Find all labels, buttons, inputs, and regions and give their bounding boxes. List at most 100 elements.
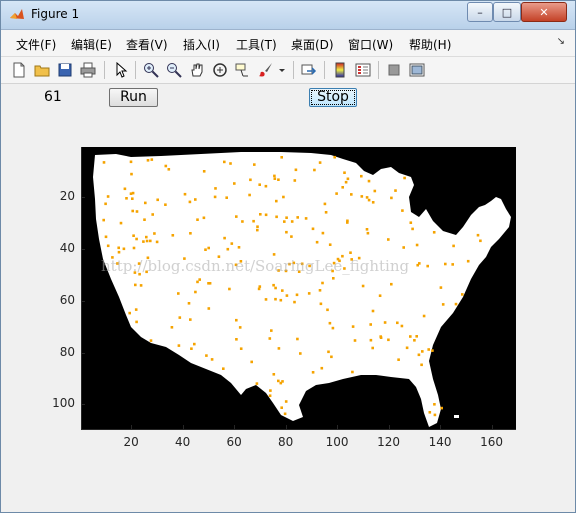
state-dot: [360, 174, 363, 178]
state-dot: [409, 221, 413, 224]
title-bar[interactable]: Figure 1 – □ ✕: [1, 1, 575, 30]
brush-dropdown-icon[interactable]: [276, 60, 288, 80]
state-dot: [387, 338, 390, 342]
state-dot: [106, 244, 110, 248]
state-dot: [319, 302, 323, 306]
y-tick-mark: [81, 197, 85, 199]
state-dot: [196, 280, 199, 284]
state-dot: [402, 246, 405, 249]
run-button[interactable]: Run: [109, 88, 158, 107]
state-dot: [290, 220, 294, 223]
state-dot: [202, 170, 206, 173]
state-dot: [149, 339, 153, 342]
state-dot: [280, 406, 283, 409]
menu-bar: 文件(F) 编辑(E) 查看(V) 插入(I) 工具(T) 桌面(D) 窗口(W…: [1, 30, 575, 57]
menu-insert[interactable]: 插入(I): [183, 36, 220, 53]
state-dot: [119, 221, 123, 225]
stop-button[interactable]: Stop: [309, 88, 357, 107]
hide-plot-tools-icon[interactable]: [384, 60, 404, 80]
state-dot: [441, 303, 445, 306]
state-dot: [328, 321, 332, 325]
state-dot: [394, 189, 397, 192]
x-tick-label: 140: [428, 435, 452, 449]
state-dot: [177, 292, 180, 295]
state-dot: [194, 198, 197, 201]
arrow-pointer-icon[interactable]: [111, 60, 131, 80]
state-dot: [304, 217, 308, 220]
state-dot: [135, 237, 138, 241]
state-dot: [285, 294, 289, 297]
state-dot: [280, 156, 283, 159]
state-dot: [264, 298, 268, 301]
state-dot: [274, 286, 277, 290]
plot-axes[interactable]: [81, 147, 516, 429]
open-file-icon[interactable]: [32, 60, 52, 80]
state-dot: [248, 193, 251, 197]
state-dot: [268, 337, 272, 340]
brush-icon[interactable]: [256, 60, 276, 80]
state-dot: [129, 160, 133, 164]
menu-help[interactable]: 帮助(H): [409, 36, 451, 53]
state-dot: [117, 250, 121, 254]
state-dot: [365, 196, 369, 199]
matlab-logo-icon: [10, 9, 24, 19]
menu-file[interactable]: 文件(F): [16, 36, 56, 53]
state-dot: [207, 246, 210, 250]
state-dot: [132, 234, 135, 237]
state-dot: [155, 240, 159, 244]
y-tick-mark: [81, 352, 85, 354]
state-dot: [255, 382, 259, 385]
zoom-in-icon[interactable]: [141, 60, 161, 80]
state-dot: [431, 349, 434, 352]
menu-edit[interactable]: 编辑(E): [71, 36, 112, 53]
menu-window[interactable]: 窗口(W): [348, 36, 393, 53]
state-dot: [259, 213, 262, 216]
state-dot: [328, 243, 332, 246]
state-dot: [258, 183, 261, 186]
menu-tools[interactable]: 工具(T): [236, 36, 277, 53]
print-icon[interactable]: [78, 60, 98, 80]
zoom-out-icon[interactable]: [164, 60, 184, 80]
state-dot: [427, 348, 430, 351]
dock-arrow-icon[interactable]: ↘: [557, 36, 565, 47]
state-dot: [134, 283, 137, 287]
state-dot: [285, 216, 288, 219]
state-dot: [102, 218, 105, 222]
state-dot: [277, 379, 280, 383]
colorbar-icon[interactable]: [330, 60, 350, 80]
x-tick-label: 40: [175, 435, 191, 449]
data-cursor-icon[interactable]: [233, 60, 253, 80]
figure-window: Figure 1 – □ ✕ 文件(F) 编辑(E) 查看(V) 插入(I) 工…: [0, 0, 576, 513]
state-dot: [335, 192, 338, 195]
state-dot: [366, 231, 370, 235]
state-dot: [311, 227, 315, 231]
save-icon[interactable]: [55, 60, 75, 80]
state-dot: [479, 239, 482, 243]
minimize-button[interactable]: –: [467, 2, 493, 22]
state-dot: [285, 230, 288, 234]
state-dot: [207, 282, 210, 285]
x-tick-mark: [491, 425, 493, 429]
state-dot: [156, 198, 159, 202]
state-dot: [283, 412, 287, 416]
pan-hand-icon[interactable]: [187, 60, 207, 80]
state-dot: [164, 164, 168, 168]
menu-desktop[interactable]: 桌面(D): [291, 36, 334, 53]
close-button[interactable]: ✕: [521, 2, 567, 22]
state-dot: [237, 246, 241, 249]
menu-view[interactable]: 查看(V): [126, 36, 168, 53]
state-dot: [106, 195, 110, 198]
state-dot: [415, 335, 418, 338]
state-dot: [451, 263, 454, 266]
show-plot-tools-icon[interactable]: [407, 60, 427, 80]
state-dot: [167, 168, 171, 171]
link-plot-icon[interactable]: [299, 60, 319, 80]
maximize-button[interactable]: □: [493, 2, 521, 22]
state-dot: [151, 213, 154, 216]
legend-icon[interactable]: [353, 60, 373, 80]
new-figure-icon[interactable]: [9, 60, 29, 80]
state-dot: [311, 371, 315, 374]
state-dot: [258, 285, 262, 288]
state-dot: [293, 179, 297, 182]
rotate-3d-icon[interactable]: [210, 60, 230, 80]
